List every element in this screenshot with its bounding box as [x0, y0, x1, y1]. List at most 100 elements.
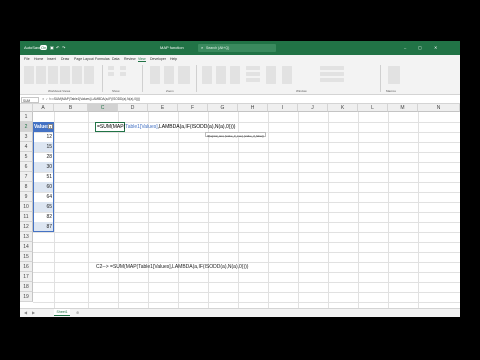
search-box[interactable]: Search (Alt+Q)	[198, 44, 276, 52]
ribbon-button[interactable]	[266, 66, 276, 84]
gridline	[33, 292, 460, 293]
ribbon-button[interactable]	[72, 66, 82, 84]
search-placeholder: Search (Alt+Q)	[206, 46, 230, 50]
ribbon-button[interactable]	[24, 66, 34, 84]
ribbon-button[interactable]	[320, 78, 344, 82]
column-header[interactable]: M	[388, 104, 418, 112]
column-header[interactable]: A	[33, 104, 54, 112]
row-header[interactable]: 11	[20, 212, 33, 222]
redo-icon[interactable]: ↷	[62, 45, 65, 50]
tab-insert[interactable]: Insert	[47, 57, 56, 61]
ribbon-button[interactable]	[202, 66, 212, 84]
tab-review[interactable]: Review	[124, 57, 135, 61]
ribbon-button[interactable]	[164, 66, 174, 84]
ribbon-button[interactable]	[282, 66, 292, 84]
column-header[interactable]: J	[298, 104, 328, 112]
ribbon-button[interactable]	[230, 66, 240, 84]
ribbon-button[interactable]	[320, 66, 344, 70]
column-header[interactable]: G	[208, 104, 238, 112]
row-header[interactable]: 15	[20, 252, 33, 262]
row-header[interactable]: 12	[20, 222, 33, 232]
undo-icon[interactable]: ↶	[56, 45, 59, 50]
ribbon-button[interactable]	[388, 66, 400, 84]
ribbon-button[interactable]	[150, 66, 160, 84]
tab-developer[interactable]: Developer	[150, 57, 166, 61]
row-header[interactable]: 2	[20, 122, 33, 132]
column-header[interactable]: F	[178, 104, 208, 112]
tab-data[interactable]: Data	[112, 57, 119, 61]
row-header[interactable]: 1	[20, 112, 33, 122]
group-label-zoom: Zoom	[166, 89, 174, 93]
autosave-toggle[interactable]: On	[40, 44, 48, 50]
close-icon[interactable]: ✕	[434, 45, 437, 50]
ribbon-separator	[142, 65, 143, 92]
column-header[interactable]: K	[328, 104, 358, 112]
row-header[interactable]: 14	[20, 242, 33, 252]
name-box[interactable]: SUM	[21, 96, 39, 103]
ribbon-button[interactable]	[246, 66, 260, 70]
ribbon-checkbox[interactable]	[120, 66, 126, 70]
next-sheet-icon[interactable]: ▶	[32, 310, 35, 315]
group-label-window: Window	[296, 89, 307, 93]
search-icon: ⌕	[201, 44, 204, 50]
row-header[interactable]: 8	[20, 182, 33, 192]
gridline	[33, 172, 460, 173]
formula-input[interactable]: =SUM(MAP(Table1[Values],LAMBDA(a,IF(ISOD…	[52, 97, 140, 101]
sheet-tab[interactable]: Sheet1	[54, 309, 70, 316]
row-header[interactable]: 5	[20, 152, 33, 162]
column-header[interactable]: B	[54, 104, 88, 112]
fx-icon[interactable]: ✕ ✓ fx	[42, 97, 52, 101]
row-header[interactable]: 16	[20, 262, 33, 272]
minimize-icon[interactable]: –	[404, 45, 406, 50]
row-header[interactable]: 18	[20, 282, 33, 292]
ribbon-checkbox[interactable]	[120, 72, 126, 76]
ribbon-button[interactable]	[246, 72, 260, 76]
gridline	[33, 182, 460, 183]
tab-help[interactable]: Help	[170, 57, 177, 61]
column-header[interactable]: L	[358, 104, 388, 112]
column-header[interactable]: N	[418, 104, 460, 112]
ribbon-button[interactable]	[216, 66, 226, 84]
row-header[interactable]: 10	[20, 202, 33, 212]
row-header[interactable]: 6	[20, 162, 33, 172]
tab-page-layout[interactable]: Page Layout	[74, 57, 94, 61]
ribbon-button[interactable]	[60, 66, 70, 84]
column-header[interactable]: H	[238, 104, 268, 112]
row-header[interactable]: 9	[20, 192, 33, 202]
ribbon-checkbox[interactable]	[108, 66, 114, 70]
row-header[interactable]: 17	[20, 272, 33, 282]
ribbon-button[interactable]	[48, 66, 58, 84]
ribbon-button[interactable]	[320, 72, 344, 76]
row-header[interactable]: 13	[20, 232, 33, 242]
tab-file[interactable]: File	[24, 57, 30, 61]
select-all-corner[interactable]	[20, 104, 33, 112]
group-label-workbook-views: Workbook Views	[48, 89, 71, 93]
tab-view[interactable]: View	[138, 57, 146, 62]
gridline	[33, 132, 460, 133]
ribbon-separator	[380, 65, 381, 92]
gridline	[33, 282, 460, 283]
ribbon-button[interactable]	[246, 78, 260, 82]
ribbon-button[interactable]	[36, 66, 46, 84]
row-header[interactable]: 19	[20, 292, 33, 302]
prev-sheet-icon[interactable]: ◀	[24, 310, 27, 315]
add-sheet-icon[interactable]: ⊕	[76, 310, 79, 315]
maximize-icon[interactable]: ▢	[418, 45, 422, 50]
ribbon-button[interactable]	[84, 66, 94, 84]
worksheet-grid[interactable]: A B C D E F G H I J K L M N 1 2 3 4 5 6 …	[20, 104, 460, 308]
column-header[interactable]: C	[88, 104, 118, 112]
ribbon-separator	[196, 65, 197, 92]
column-header[interactable]: I	[268, 104, 298, 112]
tab-draw[interactable]: Draw	[61, 57, 69, 61]
tab-formulas[interactable]: Formulas	[95, 57, 110, 61]
row-header[interactable]: 7	[20, 172, 33, 182]
ribbon-checkbox[interactable]	[108, 72, 114, 76]
save-icon[interactable]: ▣	[50, 45, 54, 50]
tab-home[interactable]: Home	[34, 57, 43, 61]
row-header[interactable]: 4	[20, 142, 33, 152]
ribbon-button[interactable]	[178, 66, 190, 84]
column-header[interactable]: E	[148, 104, 178, 112]
column-header[interactable]: D	[118, 104, 148, 112]
row-header[interactable]: 3	[20, 132, 33, 142]
ribbon: Workbook Views Show Zoom Window Macros	[20, 62, 460, 95]
